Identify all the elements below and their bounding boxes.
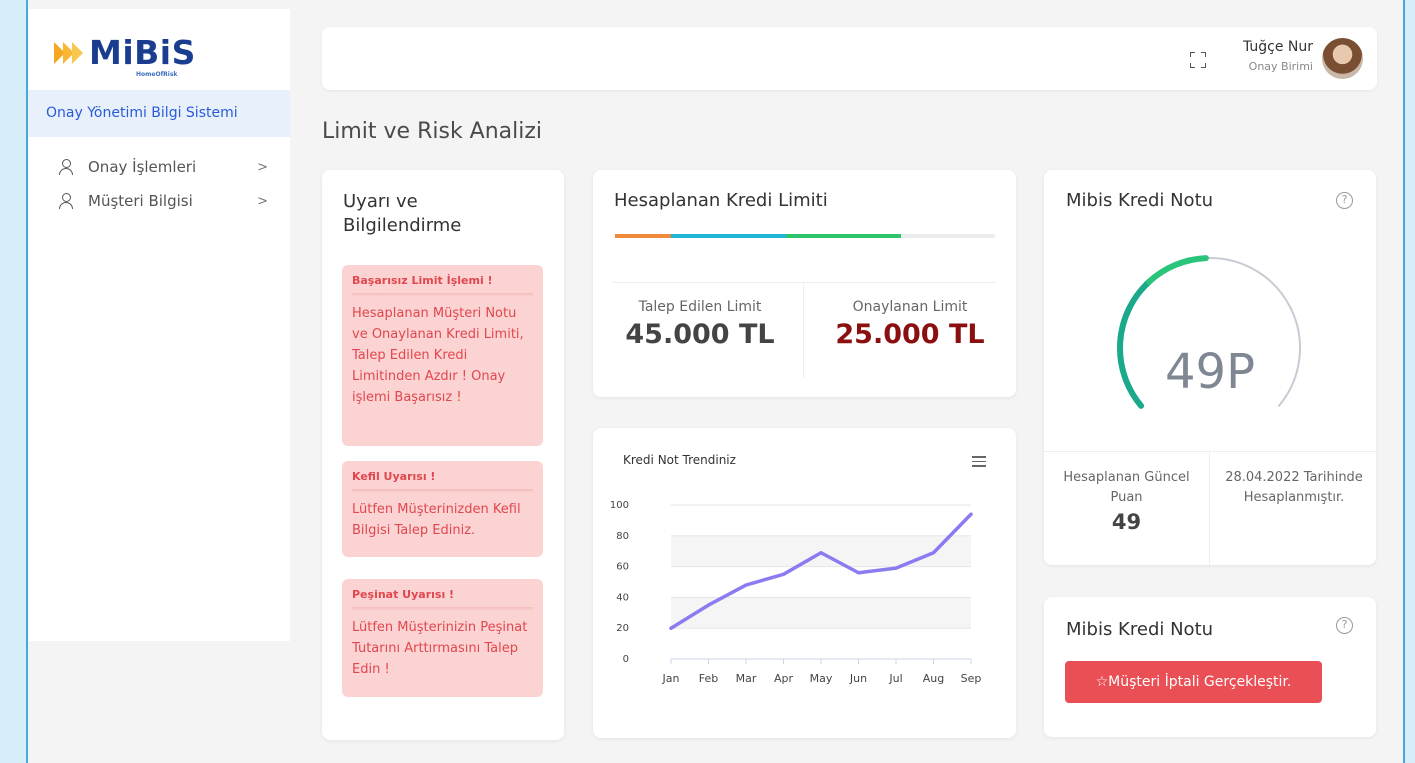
x-tick-label: Jul	[888, 672, 902, 685]
data-point[interactable]	[707, 603, 710, 607]
data-point[interactable]	[744, 583, 748, 587]
logo[interactable]: MiBiS HomeOfRisk	[54, 33, 196, 78]
data-point[interactable]	[894, 566, 898, 570]
warning-down-payment: Peşinat Uyarısı ! Lütfen Müşterinizin Pe…	[342, 579, 543, 697]
y-tick-label: 20	[616, 623, 629, 634]
user-icon	[58, 158, 74, 176]
score-details: Hesaplanan Güncel Puan 49 28.04.2022 Tar…	[1044, 451, 1376, 567]
warning-guarantor: Kefil Uyarısı ! Lütfen Müşterinizden Kef…	[342, 461, 543, 557]
calc-score-value: 49	[1111, 510, 1142, 534]
warning-body: Lütfen Müşterinizin Peşinat Tutarını Art…	[352, 620, 528, 677]
calc-score-label: Hesaplanan Güncel Puan	[1063, 470, 1190, 505]
credit-score-card: Mibis Kredi Notu ? 49P Hesaplanan Güncel…	[1044, 170, 1376, 567]
system-title[interactable]: Onay Yönetimi Bilgi Sistemi	[28, 90, 290, 137]
requested-limit-value: 45.000 TL	[625, 319, 775, 350]
data-point[interactable]	[932, 551, 935, 555]
warnings-title: Uyarı ve Bilgilendirme	[343, 191, 462, 236]
cancel-card-title: Mibis Kredi Notu	[1066, 619, 1214, 640]
user-role: Onay Birimi	[1248, 60, 1313, 73]
progress-segment-blue	[671, 234, 786, 238]
x-tick-label: Sep	[961, 672, 982, 685]
warning-title: Kefil Uyarısı !	[352, 470, 436, 483]
data-point[interactable]	[669, 626, 673, 630]
x-tick-label: May	[810, 672, 833, 685]
limit-progress-bar	[615, 234, 995, 238]
x-tick-label: Jan	[662, 672, 680, 685]
data-point[interactable]	[969, 512, 973, 516]
trend-chart-card: Kredi Not Trendiniz 0 20 40 60 80 100 Jan Feb Ma…	[593, 428, 1016, 738]
sidebar-item-onay-islemleri[interactable]: Onay İşlemleri >	[58, 152, 268, 182]
sidebar: MiBiS HomeOfRisk Onay Yönetimi Bilgi Sis…	[28, 9, 290, 641]
avatar[interactable]	[1322, 38, 1363, 79]
x-tick-label: Mar	[736, 672, 757, 685]
x-tick-label: Feb	[699, 672, 718, 685]
line-chart: 0 20 40 60 80 100 Jan Feb Mar Apr May Jun Jul Aug Sep	[610, 500, 982, 685]
top-header: Tuğçe Nur Onay Birimi	[322, 27, 1377, 90]
sidebar-item-label: Onay İşlemleri	[88, 158, 197, 176]
x-tick-label: Aug	[923, 672, 944, 685]
approved-limit: Onaylanan Limit 25.000 TL	[805, 299, 1015, 350]
limit-title: Hesaplanan Kredi Limiti	[614, 190, 828, 211]
logo-chevrons-icon	[54, 42, 83, 64]
sidebar-item-musteri-bilgisi[interactable]: Müşteri Bilgisi >	[58, 186, 268, 216]
calc-date: 28.04.2022 Tarihinde Hesaplanmıştır.	[1225, 470, 1363, 505]
warning-title: Peşinat Uyarısı !	[352, 588, 455, 601]
score-gauge	[1117, 255, 1301, 409]
divider	[613, 282, 996, 283]
divider	[1209, 452, 1210, 567]
approved-limit-value: 25.000 TL	[835, 319, 985, 350]
progress-segment-green	[786, 234, 901, 238]
data-point[interactable]	[819, 551, 823, 555]
progress-segment-orange	[615, 234, 671, 238]
sidebar-item-label: Müşteri Bilgisi	[88, 192, 193, 210]
y-tick-label: 60	[616, 562, 629, 573]
x-tick-label: Jun	[849, 672, 867, 685]
logo-subtitle: HomeOfRisk	[136, 71, 178, 78]
page-title: Limit ve Risk Analizi	[322, 119, 543, 144]
warning-title: Başarısız Limit İşlemi !	[352, 274, 493, 287]
chevron-right-icon: >	[257, 193, 268, 209]
y-tick-label: 80	[616, 531, 629, 542]
user-icon	[58, 192, 74, 210]
data-point[interactable]	[782, 572, 785, 576]
user-name[interactable]: Tuğçe Nur	[1243, 39, 1313, 55]
cancel-card: Mibis Kredi Notu ? ☆Müşteri İptali Gerçe…	[1044, 597, 1376, 737]
y-tick-label: 100	[610, 500, 629, 511]
cancel-customer-button[interactable]: ☆Müşteri İptali Gerçekleştir.	[1065, 661, 1322, 703]
fullscreen-icon[interactable]	[1190, 52, 1206, 68]
chevron-right-icon: >	[257, 159, 268, 175]
gauge-value-arc-end	[1146, 255, 1209, 285]
limit-card: Hesaplanan Kredi Limiti Talep Edilen Lim…	[593, 170, 1016, 397]
x-tick-label: Apr	[774, 672, 794, 685]
approved-limit-label: Onaylanan Limit	[852, 299, 968, 315]
logo-brand: MiBiS	[89, 33, 196, 72]
help-icon[interactable]: ?	[1336, 617, 1353, 634]
y-tick-label: 40	[616, 592, 629, 603]
data-point[interactable]	[857, 571, 860, 575]
warning-failed-limit: Başarısız Limit İşlemi ! Hesaplanan Müşt…	[342, 265, 543, 446]
score-value: 49P	[1164, 344, 1256, 400]
y-tick-label: 0	[623, 654, 629, 665]
requested-limit: Talep Edilen Limit 45.000 TL	[595, 299, 805, 350]
requested-limit-label: Talep Edilen Limit	[638, 299, 762, 315]
warning-body: Hesaplanan Müşteri Notu ve Onaylanan Kre…	[352, 306, 524, 405]
warnings-card: Uyarı ve Bilgilendirme Başarısız Limit İ…	[322, 170, 564, 740]
warning-body: Lütfen Müşterinizden Kefil Bilgisi Talep…	[352, 502, 521, 538]
